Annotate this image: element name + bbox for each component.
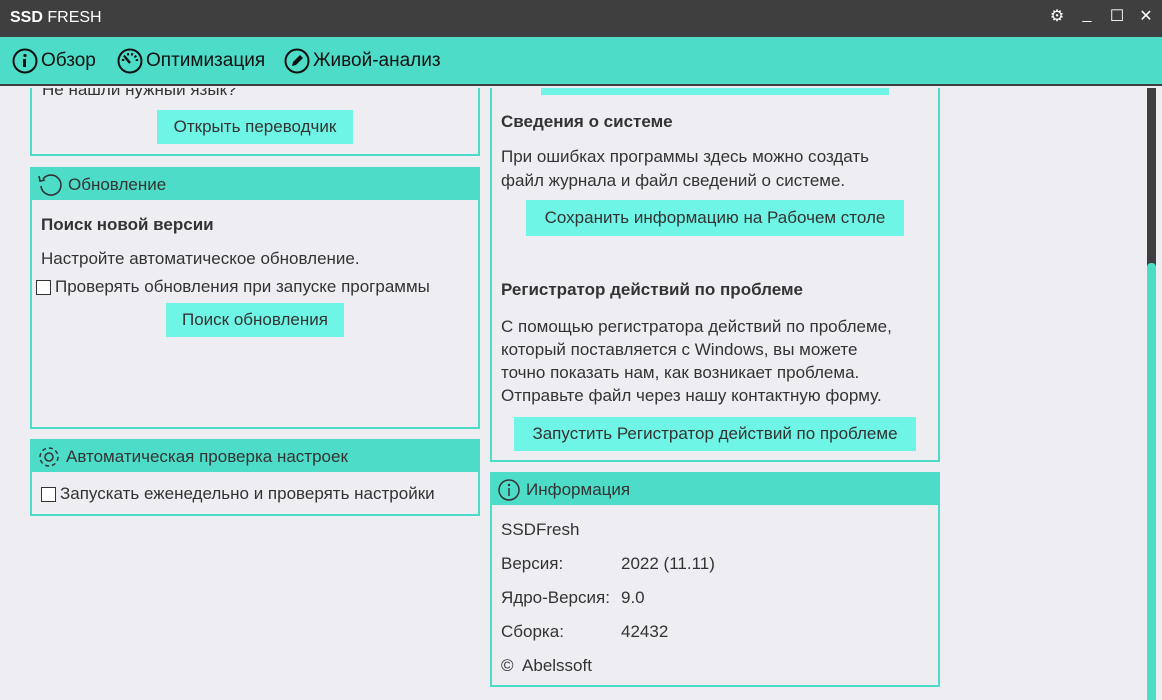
nav-overview[interactable]: Обзор [12,48,96,74]
auto-check-panel: Автоматическая проверка настроек Запуска… [30,439,480,516]
info-value: 2022 (11.11) [621,554,715,573]
save-info-button[interactable]: Сохранить информацию на Рабочем столе [526,200,904,236]
weekly-check-checkbox[interactable]: Запускать еженедельно и проверять настро… [41,484,435,504]
clipped-button[interactable] [541,88,889,95]
language-text: Не нашли нужный язык? [42,88,237,99]
nav-live-analysis[interactable]: Живой-анализ [284,48,441,74]
sysinfo-line: При ошибках программы здесь можно создат… [501,147,870,166]
refresh-icon [38,173,62,196]
open-translator-button[interactable]: Открыть переводчик [157,110,353,144]
pencil-icon [284,48,310,74]
info-header: Информация [492,474,938,505]
maximize-button[interactable]: ☐ [1105,6,1129,26]
info-label: Версия: [501,554,564,573]
check-updates-checkbox[interactable]: Проверять обновления при запуске програм… [36,277,430,297]
nav-label: Обзор [41,50,96,71]
info-label: Сборка: [501,622,564,641]
recorder-line: С помощью регистратора действий по пробл… [501,317,892,336]
copyright: © Abelssoft [501,656,592,675]
support-panel: Сведения о системе При ошибках программы… [490,88,940,462]
language-panel: Не нашли нужный язык? Открыть переводчик [30,88,480,156]
nav-optimization[interactable]: Оптимизация [117,48,265,74]
main-nav: Обзор Оптимизация Живой-анализ [0,37,1162,86]
content-area: Не нашли нужный язык? Открыть переводчик… [0,88,1146,700]
vertical-scrollbar[interactable] [1147,88,1156,700]
gear-icon [39,446,59,467]
recorder-line: который поставляется с Windows, вы может… [501,340,858,359]
panel-title: Обновление [68,174,167,194]
checkbox-box[interactable] [41,486,56,502]
speedometer-icon [117,48,143,74]
sysinfo-line: файл журнала и файл сведений о системе. [501,171,846,190]
search-update-button[interactable]: Поиск обновления [166,303,344,337]
auto-check-header: Автоматическая проверка настроек [32,441,478,472]
start-recorder-button[interactable]: Запустить Регистратор действий по пробле… [514,417,916,451]
product-name: SSDFresh [501,520,580,539]
checkbox-label: Запускать еженедельно и проверять настро… [60,484,435,503]
info-icon [12,48,38,74]
info-value: 42432 [621,622,669,641]
close-button[interactable]: ✕ [1134,6,1158,26]
recorder-heading: Регистратор действий по проблеме [501,280,803,299]
recorder-line: Отправьте файл через нашу контактную фор… [501,386,882,405]
info-label: Ядро-Версия: [501,588,610,607]
update-heading: Поиск новой версии [41,215,214,234]
panel-title: Автоматическая проверка настроек [66,446,348,466]
update-desc: Настройте автоматическое обновление. [41,249,360,268]
settings-gear-icon[interactable]: ⚙ [1045,6,1069,26]
info-panel: Информация SSDFresh Версия: 2022 (11.11)… [490,472,940,687]
info-value: 9.0 [621,588,645,607]
panel-title: Информация [526,479,631,499]
update-header: Обновление [32,169,478,200]
checkbox-box[interactable] [36,279,51,295]
info-icon [498,478,520,501]
checkbox-label: Проверять обновления при запуске програм… [55,277,430,296]
title-bar: SSD FRESH ⚙ _ ☐ ✕ [0,0,1162,37]
recorder-line: точно показать нам, как возникает пробле… [501,363,860,382]
nav-label: Оптимизация [146,50,266,71]
sysinfo-heading: Сведения о системе [501,112,673,131]
update-panel: Обновление Поиск новой версии Настройте … [30,167,480,429]
scrollbar-thumb[interactable] [1147,263,1156,700]
nav-label: Живой-анализ [313,50,441,71]
minimize-button[interactable]: _ [1075,6,1099,24]
window-edge [1156,88,1162,700]
app-title: SSD FRESH [10,9,102,26]
